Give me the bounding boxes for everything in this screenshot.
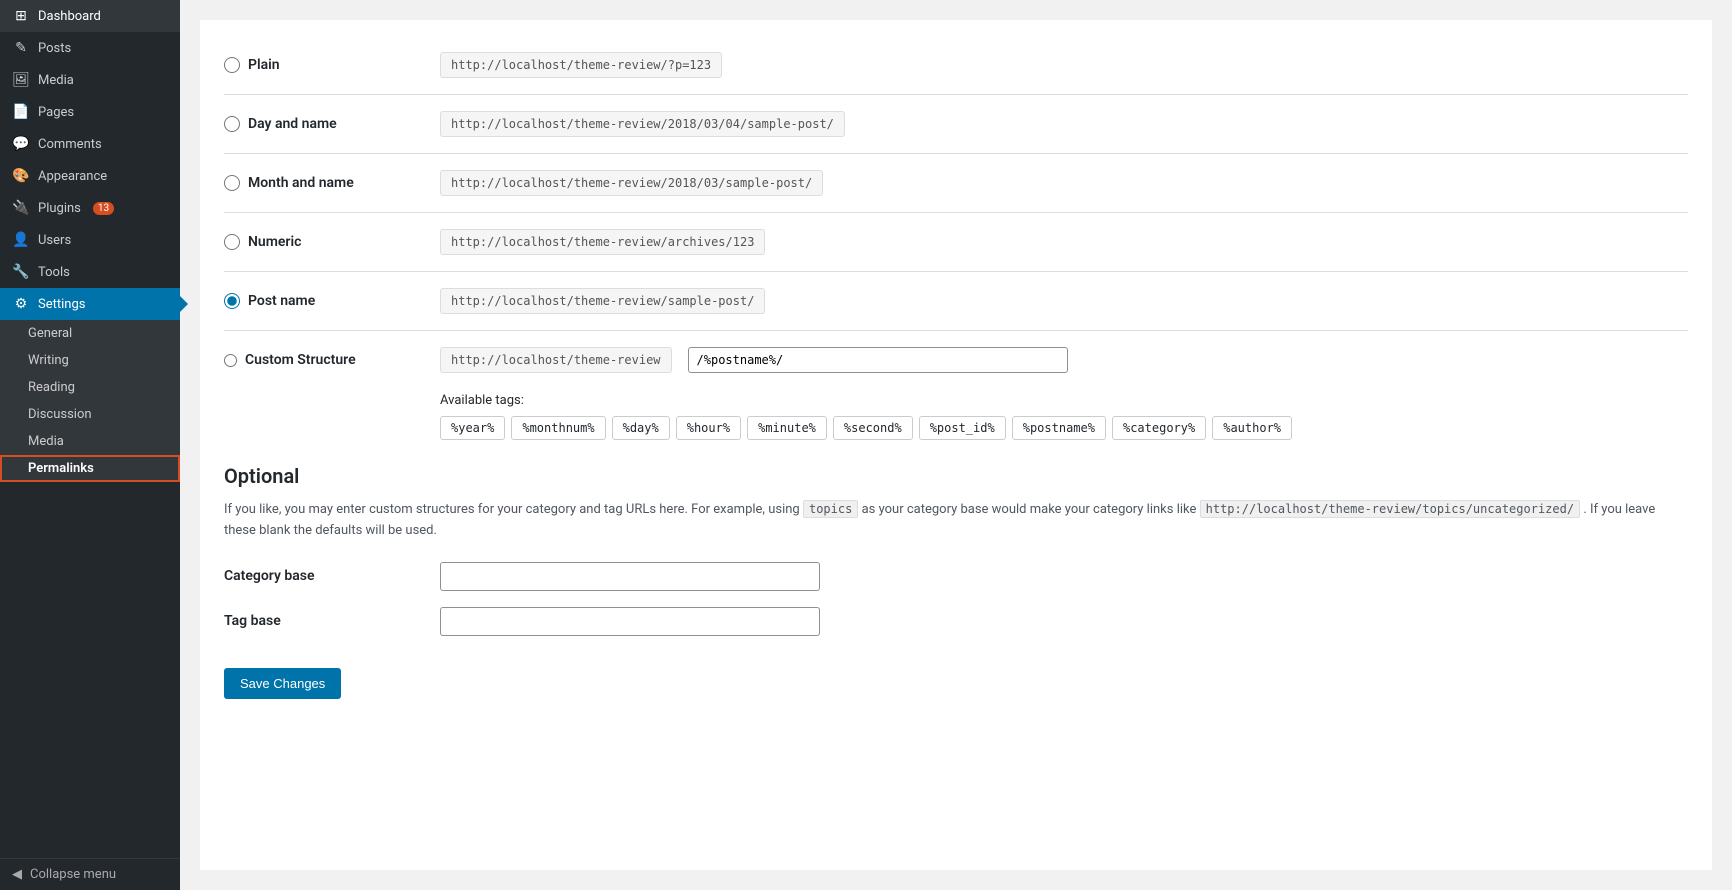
tag-hour[interactable]: %hour% — [676, 416, 741, 440]
radio-month-name[interactable] — [224, 175, 240, 191]
sidebar-item-label: Posts — [38, 41, 71, 56]
tag-author[interactable]: %author% — [1212, 416, 1292, 440]
divider-3 — [224, 212, 1688, 213]
category-base-row: Category base — [224, 562, 1688, 591]
divider-4 — [224, 271, 1688, 272]
category-base-label: Category base — [224, 568, 424, 584]
tag-monthnum[interactable]: %monthnum% — [511, 416, 605, 440]
sidebar-item-label: Users — [38, 233, 71, 248]
comments-icon: 💬 — [12, 136, 30, 152]
posts-icon: ✎ — [12, 40, 30, 56]
url-numeric: http://localhost/theme-review/archives/1… — [440, 229, 765, 255]
label-plain[interactable]: Plain — [224, 57, 424, 73]
sidebar-item-settings[interactable]: ⚙ Settings — [0, 288, 180, 320]
radio-plain[interactable] — [224, 57, 240, 73]
category-base-input[interactable] — [440, 562, 820, 591]
radio-numeric[interactable] — [224, 234, 240, 250]
collapse-icon: ◀ — [12, 867, 22, 882]
tag-minute[interactable]: %minute% — [747, 416, 827, 440]
permalink-row-numeric: Numeric http://localhost/theme-review/ar… — [224, 217, 1688, 267]
collapse-menu-button[interactable]: ◀ Collapse menu — [0, 858, 180, 890]
sidebar-item-label: Settings — [38, 297, 85, 312]
sidebar-item-label: Media — [38, 73, 74, 88]
submenu-media[interactable]: Media — [0, 428, 180, 455]
url-day-name: http://localhost/theme-review/2018/03/04… — [440, 111, 845, 137]
sidebar: ⊞ Dashboard ✎ Posts 🖼 Media 📄 Pages 💬 Co… — [0, 0, 180, 890]
divider-2 — [224, 153, 1688, 154]
url-plain: http://localhost/theme-review/?p=123 — [440, 52, 722, 78]
main-content: Plain http://localhost/theme-review/?p=1… — [180, 0, 1732, 890]
sidebar-item-tools[interactable]: 🔧 Tools — [0, 256, 180, 288]
label-post-name[interactable]: Post name — [224, 293, 424, 309]
permalink-row-month-name: Month and name http://localhost/theme-re… — [224, 158, 1688, 208]
label-month-name[interactable]: Month and name — [224, 175, 424, 191]
tag-second[interactable]: %second% — [833, 416, 913, 440]
submenu-general[interactable]: General — [0, 320, 180, 347]
radio-custom[interactable] — [224, 354, 237, 367]
plugins-icon: 🔌 — [12, 200, 30, 216]
available-tags-label: Available tags: — [440, 393, 1688, 408]
label-day-name[interactable]: Day and name — [224, 116, 424, 132]
sidebar-item-plugins[interactable]: 🔌 Plugins 13 — [0, 192, 180, 224]
submenu-discussion[interactable]: Discussion — [0, 401, 180, 428]
label-numeric[interactable]: Numeric — [224, 234, 424, 250]
tag-base-input[interactable] — [440, 607, 820, 636]
plugins-badge: 13 — [93, 202, 114, 215]
url-post-name: http://localhost/theme-review/sample-pos… — [440, 288, 765, 314]
sidebar-item-label: Comments — [38, 137, 102, 152]
sidebar-item-posts[interactable]: ✎ Posts — [0, 32, 180, 64]
available-tags-section: Available tags: %year% %monthnum% %day% … — [440, 393, 1688, 440]
custom-url-base: http://localhost/theme-review — [440, 347, 672, 373]
sidebar-item-comments[interactable]: 💬 Comments — [0, 128, 180, 160]
optional-description: If you like, you may enter custom struct… — [224, 500, 1688, 542]
sidebar-item-appearance[interactable]: 🎨 Appearance — [0, 160, 180, 192]
appearance-icon: 🎨 — [12, 168, 30, 184]
custom-structure-input[interactable] — [688, 347, 1068, 373]
permalink-row-custom: Custom Structure http://localhost/theme-… — [224, 335, 1688, 385]
tag-base-label: Tag base — [224, 613, 424, 629]
optional-url: http://localhost/theme-review/topics/unc… — [1200, 500, 1580, 518]
collapse-label: Collapse menu — [30, 867, 116, 882]
sidebar-item-label: Plugins — [38, 201, 81, 216]
settings-submenu: General Writing Reading Discussion Media… — [0, 320, 180, 482]
url-month-name: http://localhost/theme-review/2018/03/sa… — [440, 170, 823, 196]
tools-icon: 🔧 — [12, 264, 30, 280]
users-icon: 👤 — [12, 232, 30, 248]
label-custom[interactable]: Custom Structure — [224, 352, 424, 368]
optional-title: Optional — [224, 464, 1688, 488]
tags-container: %year% %monthnum% %day% %hour% %minute% … — [440, 416, 1688, 440]
save-changes-button[interactable]: Save Changes — [224, 668, 341, 699]
tag-post-id[interactable]: %post_id% — [919, 416, 1006, 440]
submenu-reading[interactable]: Reading — [0, 374, 180, 401]
sidebar-item-label: Pages — [38, 105, 74, 120]
tag-base-row: Tag base — [224, 607, 1688, 636]
sidebar-item-label: Tools — [38, 265, 70, 280]
radio-post-name[interactable] — [224, 293, 240, 309]
tag-year[interactable]: %year% — [440, 416, 505, 440]
topics-code: topics — [803, 500, 858, 518]
dashboard-icon: ⊞ — [12, 8, 30, 24]
tag-category[interactable]: %category% — [1112, 416, 1206, 440]
permalink-row-plain: Plain http://localhost/theme-review/?p=1… — [224, 40, 1688, 90]
divider-5 — [224, 330, 1688, 331]
permalink-row-post-name: Post name http://localhost/theme-review/… — [224, 276, 1688, 326]
permalink-row-day-name: Day and name http://localhost/theme-revi… — [224, 99, 1688, 149]
sidebar-item-pages[interactable]: 📄 Pages — [0, 96, 180, 128]
sidebar-item-label: Appearance — [38, 169, 107, 184]
settings-icon: ⚙ — [12, 296, 30, 312]
permalinks-settings: Plain http://localhost/theme-review/?p=1… — [200, 20, 1712, 870]
pages-icon: 📄 — [12, 104, 30, 120]
submenu-permalinks[interactable]: Permalinks — [0, 455, 180, 482]
divider-1 — [224, 94, 1688, 95]
submenu-writing[interactable]: Writing — [0, 347, 180, 374]
sidebar-item-users[interactable]: 👤 Users — [0, 224, 180, 256]
sidebar-item-label: Dashboard — [38, 9, 101, 24]
media-icon: 🖼 — [12, 72, 30, 88]
sidebar-item-dashboard[interactable]: ⊞ Dashboard — [0, 0, 180, 32]
tag-postname[interactable]: %postname% — [1012, 416, 1106, 440]
radio-day-name[interactable] — [224, 116, 240, 132]
sidebar-item-media[interactable]: 🖼 Media — [0, 64, 180, 96]
tag-day[interactable]: %day% — [612, 416, 670, 440]
